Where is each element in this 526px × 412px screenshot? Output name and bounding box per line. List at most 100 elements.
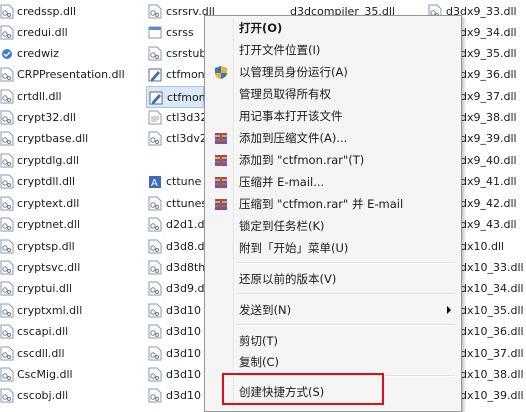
dll-file-icon <box>148 4 162 19</box>
dll-file-icon <box>148 324 162 339</box>
file-name: cryptext.dll <box>17 197 80 210</box>
menu-item-open[interactable]: 打开(O) <box>207 18 457 38</box>
file-name: ctfmon <box>166 68 205 81</box>
file-name: d3d10 <box>166 368 201 381</box>
menu-item-run-as-admin[interactable]: 以管理员身份运行(A) <box>207 62 457 82</box>
exe-file-icon <box>148 25 162 40</box>
dll-file-icon <box>0 4 14 19</box>
file-name: cscobj.dll <box>17 389 69 402</box>
dll-file-icon <box>0 25 14 40</box>
submenu-arrow-icon <box>447 306 451 314</box>
file-name: d2d1.d <box>166 218 205 231</box>
menu-item-label: 管理员取得所有权 <box>239 87 331 101</box>
dll-file-icon <box>148 388 162 403</box>
context-menu: 打开(O) 打开文件位置(I) 以管理员身份运行(A) 管理员取得所有权 用记事… <box>204 15 462 412</box>
file-name: ctfmon <box>167 91 206 104</box>
file-name: crtdll.dll <box>17 90 62 103</box>
ctfmon-pen-icon <box>148 67 162 82</box>
menu-item-open-notepad[interactable]: 用记事本打开该文件 <box>207 106 457 126</box>
menu-item-copy[interactable]: 复制(C) <box>207 352 457 372</box>
menu-item-cut[interactable]: 剪切(T) <box>207 331 457 351</box>
winrar-icon <box>213 175 229 190</box>
menu-separator <box>237 293 455 295</box>
dll-file-icon <box>0 89 14 104</box>
cttune-icon: A <box>148 174 162 189</box>
file-name: cryptbase.dll <box>17 132 89 145</box>
dll-file-icon <box>0 281 14 296</box>
file-name: d3d8.d <box>166 240 205 253</box>
file-name: CRPPresentation.dll <box>17 68 125 81</box>
dll-file-icon <box>148 281 162 296</box>
dll-file-icon <box>0 131 14 146</box>
menu-item-label: 锁定到任务栏(K) <box>239 219 325 233</box>
file-name: cryptui.dll <box>17 282 72 295</box>
dll-file-icon <box>148 131 162 146</box>
dll-file-icon <box>0 260 14 275</box>
file-name: credssp.dll <box>17 5 77 18</box>
dll-file-icon <box>148 196 162 211</box>
menu-item-add-archive[interactable]: 添加到压缩文件(A)... <box>207 128 457 148</box>
menu-item-compress-rar-email[interactable]: 压缩到 "ctfmon.rar" 并 E-mail <box>207 194 457 214</box>
menu-item-label: 附到「开始」菜单(U) <box>239 241 349 255</box>
dll-file-icon <box>148 46 162 61</box>
txt-file-icon <box>148 110 162 125</box>
file-name: cryptsvc.dll <box>17 261 81 274</box>
menu-separator <box>237 262 455 264</box>
file-name: ctl3dv2 <box>166 132 207 145</box>
menu-separator <box>237 324 455 326</box>
file-name: csrstub <box>166 47 207 60</box>
file-name: d3d10 <box>166 325 201 338</box>
dll-file-icon <box>148 217 162 232</box>
file-name: d3d10 <box>166 304 201 317</box>
menu-item-send-to[interactable]: 发送到(N) <box>207 300 457 320</box>
menu-item-label: 压缩并 E-mail... <box>239 175 325 189</box>
annotation-highlight-box <box>222 373 384 405</box>
menu-item-label: 剪切(T) <box>239 334 278 348</box>
menu-item-open-location[interactable]: 打开文件位置(I) <box>207 40 457 60</box>
menu-item-label: 打开文件位置(I) <box>239 43 321 57</box>
wizard-icon <box>0 46 14 61</box>
menu-item-compress-email[interactable]: 压缩并 E-mail... <box>207 172 457 192</box>
menu-item-label: 复制(C) <box>239 355 280 369</box>
file-name: cryptsp.dll <box>17 240 75 253</box>
file-name: crypt32.dll <box>17 111 76 124</box>
file-name: cttunes <box>166 197 208 210</box>
file-name: cryptdll.dll <box>17 175 76 188</box>
file-item-selected[interactable]: ctfmon <box>146 86 206 108</box>
dll-file-icon <box>148 303 162 318</box>
winrar-icon <box>213 197 229 212</box>
dll-file-icon <box>0 303 14 318</box>
file-name: CscMig.dll <box>17 368 73 381</box>
file-name: d3d8th <box>166 261 206 274</box>
dll-file-icon <box>0 367 14 382</box>
dll-file-icon <box>148 367 162 382</box>
file-name: d3d9.d <box>166 282 205 295</box>
winrar-icon <box>213 153 229 168</box>
dll-file-icon <box>148 239 162 254</box>
menu-item-add-rar[interactable]: 添加到 "ctfmon.rar"(T) <box>207 150 457 170</box>
svg-text:A: A <box>151 178 158 189</box>
dll-file-icon <box>0 239 14 254</box>
dll-file-icon <box>0 217 14 232</box>
menu-item-label: 用记事本打开该文件 <box>239 109 343 123</box>
ctfmon-pen-icon <box>149 90 163 105</box>
file-name: cryptdlg.dll <box>17 154 79 167</box>
menu-item-label: 以管理员身份运行(A) <box>239 65 348 79</box>
menu-item-label: 发送到(N) <box>239 303 292 317</box>
menu-item-pin-start[interactable]: 附到「开始」菜单(U) <box>207 238 457 258</box>
file-name: cscdll.dll <box>17 347 65 360</box>
menu-item-restore-versions[interactable]: 还原以前的版本(V) <box>207 269 457 289</box>
dll-file-icon <box>0 324 14 339</box>
uac-shield-icon <box>213 65 229 80</box>
dll-file-icon <box>0 174 14 189</box>
file-name: d3d10 <box>166 347 201 360</box>
file-name: cscapi.dll <box>17 325 69 338</box>
dll-file-icon <box>0 196 14 211</box>
menu-item-label: 添加到压缩文件(A)... <box>239 131 348 145</box>
menu-item-take-ownership[interactable]: 管理员取得所有权 <box>207 84 457 104</box>
menu-item-pin-taskbar[interactable]: 锁定到任务栏(K) <box>207 216 457 236</box>
file-name: ctl3d32 <box>166 111 208 124</box>
menu-item-label: 还原以前的版本(V) <box>239 272 337 286</box>
dll-file-icon <box>0 110 14 125</box>
file-name: credui.dll <box>17 26 68 39</box>
